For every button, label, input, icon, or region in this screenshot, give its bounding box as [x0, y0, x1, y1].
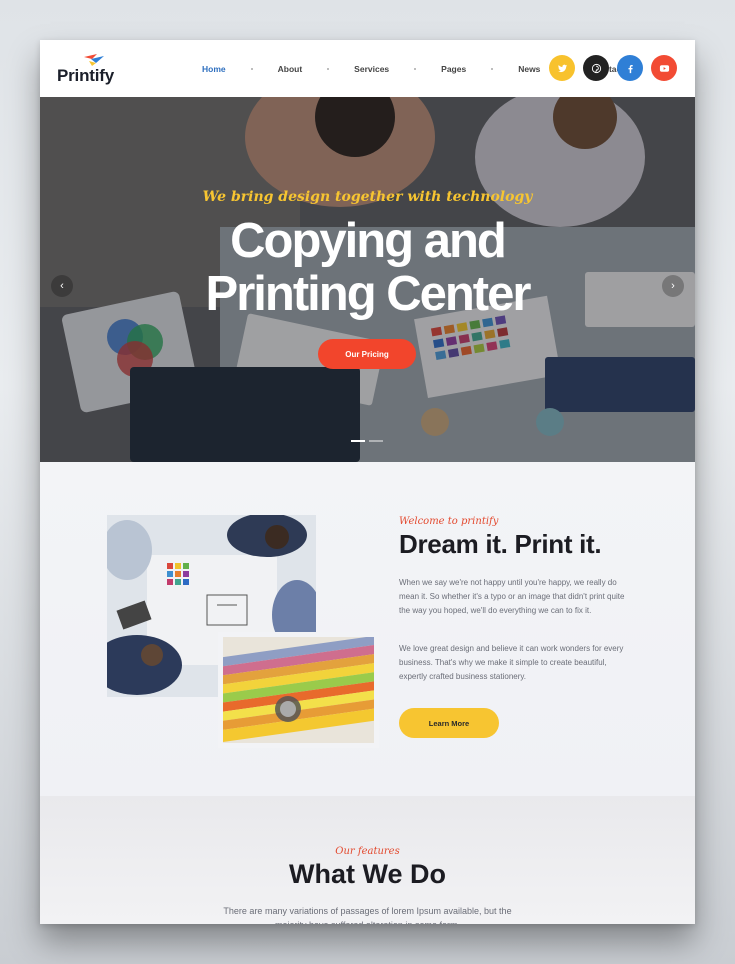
nav-home[interactable]: Home [202, 64, 226, 74]
nav-separator [414, 68, 417, 70]
nav-separator [250, 68, 253, 70]
hero-tagline: We bring design together with technology [202, 189, 533, 205]
learn-more-button[interactable]: Learn More [399, 708, 499, 738]
slider-prev-button[interactable]: ‹ [51, 275, 73, 297]
logo-bird-icon [84, 54, 104, 66]
slider-next-button[interactable]: › [662, 275, 684, 297]
about-section: Welcome to printify Dream it. Print it. … [40, 462, 695, 796]
nav-news[interactable]: News [518, 64, 540, 74]
nav-separator [327, 68, 330, 70]
nav-pages[interactable]: Pages [441, 64, 466, 74]
hero-title-line2: Printing Center [205, 267, 532, 321]
facebook-button[interactable] [617, 55, 643, 81]
hero-title: Copying and Printing Center [40, 215, 695, 321]
slider-pagination [351, 440, 383, 442]
about-tagline: Welcome to printify [399, 516, 499, 527]
slider-dot[interactable] [351, 440, 365, 442]
color-swatches-photo [223, 637, 374, 743]
about-title: Dream it. Print it. [399, 529, 602, 559]
about-paragraph-1: When we say we're not happy until you're… [399, 578, 625, 615]
twitter-icon [557, 64, 567, 72]
hero-title-line1: Copying and [230, 214, 507, 268]
features-description: There are many variations of passages of… [223, 906, 512, 924]
nav-about[interactable]: About [278, 64, 303, 74]
features-title: What We Do [289, 859, 446, 889]
site-header: Printify Home About Services Pages News … [40, 40, 695, 97]
facebook-icon [627, 64, 633, 73]
features-section: Our features What We Do There are many v… [40, 796, 695, 924]
logo[interactable]: Printify [57, 53, 127, 87]
chevron-left-icon: ‹ [60, 280, 64, 292]
twitter-button[interactable] [549, 55, 575, 81]
pinterest-button[interactable] [583, 55, 609, 81]
youtube-icon [659, 64, 669, 72]
about-paragraph-2: We love great design and believe it can … [399, 644, 624, 681]
slider-dot[interactable] [369, 440, 383, 442]
our-pricing-button[interactable]: Our Pricing [318, 339, 416, 369]
nav-services[interactable]: Services [354, 64, 389, 74]
chevron-right-icon: › [671, 280, 675, 292]
pinterest-icon [591, 63, 601, 73]
page: Printify Home About Services Pages News … [40, 40, 695, 924]
social-links [549, 55, 677, 81]
hero-slider: We bring design together with technology… [40, 97, 695, 462]
nav-separator [491, 68, 494, 70]
youtube-button[interactable] [651, 55, 677, 81]
logo-text: Printify [57, 66, 114, 85]
features-tagline: Our features [335, 846, 400, 857]
